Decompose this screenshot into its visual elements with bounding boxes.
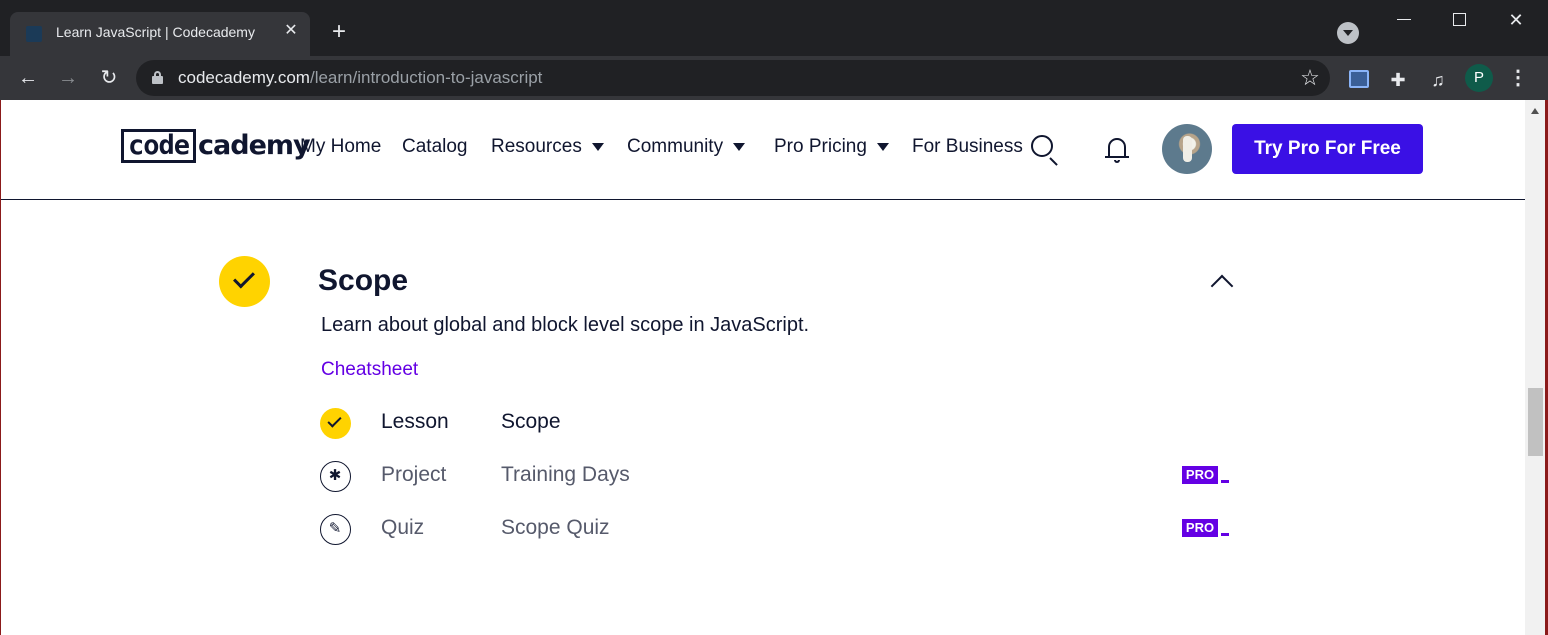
forward-icon[interactable]: → [54,64,82,92]
list-item-lesson[interactable]: Lesson Scope [320,406,1232,440]
pro-badge: PRO [1182,466,1230,486]
pro-badge-label: PRO [1182,519,1218,537]
nav-pro-pricing[interactable]: Pro Pricing [774,136,889,158]
nav-label: Resources [491,136,582,157]
nav-my-home[interactable]: My Home [300,136,381,158]
pro-badge-label: PRO [1182,466,1218,484]
nav-resources[interactable]: Resources [491,136,604,158]
close-window-button[interactable]: ✕ [1496,6,1536,34]
page-scrollbar[interactable] [1525,100,1545,635]
back-icon[interactable]: ← [14,64,42,92]
nav-for-business[interactable]: For Business [912,136,1023,158]
check-icon [320,408,351,439]
favicon-icon [26,26,42,42]
url-path: /learn/introduction-to-javascript [309,68,543,87]
scroll-up-arrow-icon[interactable] [1531,108,1539,114]
logo-academy-text: cademy [198,130,311,161]
try-pro-button[interactable]: Try Pro For Free [1232,124,1423,174]
nav-catalog[interactable]: Catalog [402,136,468,158]
item-title: Scope [501,410,561,433]
codecademy-logo[interactable]: code cademy [121,129,311,165]
logo-code-box: code [121,129,197,163]
extensions-puzzle-icon[interactable]: ✚ [1384,66,1412,94]
tab-search-icon[interactable] [1337,22,1359,44]
address-bar[interactable]: codecademy.com/learn/introduction-to-jav… [136,60,1330,96]
item-title: Training Days [501,463,630,486]
notifications-bell-icon[interactable] [1105,136,1129,164]
chevron-up-icon[interactable] [1210,274,1234,298]
browser-toolbar: ← → ↻ codecademy.com/learn/introduction-… [0,56,1548,100]
tab-title: Learn JavaScript | Codecademy [56,24,255,40]
maximize-icon [1453,13,1466,26]
quiz-icon: ✎ [320,514,351,545]
url-domain: codecademy.com [178,68,310,87]
media-control-icon[interactable]: ♫ [1424,66,1452,94]
nav-label: My Home [300,136,382,157]
browser-profile-avatar[interactable]: P [1465,64,1493,92]
module-title[interactable]: Scope [318,264,408,298]
caret-down-icon [591,142,604,151]
caret-down-icon [733,142,746,151]
lock-icon[interactable] [152,71,164,85]
nav-label: Community [627,136,724,157]
nav-label: For Business [912,136,1023,157]
minimize-button[interactable] [1384,6,1424,34]
browser-menu-icon[interactable]: ⋮ [1506,66,1530,90]
item-type: Lesson [381,410,449,433]
browser-tab[interactable]: Learn JavaScript | Codecademy ✕ [10,12,310,56]
nav-community[interactable]: Community [627,136,746,158]
list-item-quiz[interactable]: ✎ Quiz Scope Quiz PRO [320,512,1232,546]
url-text[interactable]: codecademy.com/learn/introduction-to-jav… [178,68,542,88]
item-type: Quiz [381,516,425,539]
cheatsheet-link[interactable]: Cheatsheet [321,359,418,381]
search-icon[interactable] [1031,135,1061,166]
module-description: Learn about global and block level scope… [321,314,810,336]
list-item-project[interactable]: ✱ Project Training Days PRO [320,459,1232,493]
browser-tab-bar: Learn JavaScript | Codecademy ✕ + ✕ [0,0,1548,56]
nav-label: Catalog [402,136,468,157]
puzzle-icon: ✱ [320,461,351,492]
new-tab-button[interactable]: + [326,20,352,46]
item-type: Project [381,463,447,486]
site-header: code cademy My Home Catalog Resources Com… [1,100,1525,200]
tab-close-icon[interactable]: ✕ [280,20,302,42]
scrollbar-thumb[interactable] [1528,388,1543,456]
reload-icon[interactable]: ↻ [95,64,123,92]
user-avatar[interactable] [1162,124,1212,174]
nav-label: Pro Pricing [774,136,867,157]
caret-down-icon [876,142,889,151]
module-completed-check-icon [219,256,270,307]
bookmark-star-icon[interactable]: ☆ [1296,64,1324,92]
pro-badge: PRO [1182,519,1230,539]
photo-extension-icon[interactable] [1345,66,1373,94]
minimize-icon [1397,19,1411,20]
item-title: Scope Quiz [501,516,610,539]
maximize-button[interactable] [1440,6,1480,34]
